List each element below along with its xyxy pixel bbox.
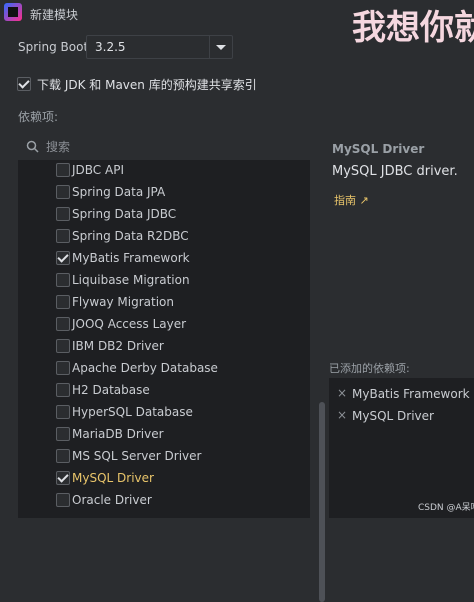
dependency-label: MS SQL Server Driver [72,449,202,463]
dependency-checkbox[interactable] [56,449,70,463]
added-dependency-name: MyBatis Framework [352,387,470,401]
dependency-item[interactable]: Spring Data JPA [18,182,298,204]
dependency-list-panel: JDBC API Spring Data JPA Spring Data JDBC S… [18,134,325,602]
dependency-label: MariaDB Driver [72,427,164,441]
dependency-checkbox[interactable] [56,295,70,309]
dependency-label: Spring Data JDBC [72,207,177,221]
window-title: 新建模块 [30,8,79,22]
intellij-icon [4,3,22,21]
dependency-checkbox[interactable] [56,317,70,331]
guide-link[interactable]: 指南 ↗ [334,192,369,208]
dependency-item[interactable]: Liquibase Migration [18,270,298,292]
dependency-item[interactable]: H2 Database [18,380,298,402]
dependency-label: JOOQ Access Layer [72,317,187,331]
dependency-item[interactable]: Flyway Migration [18,292,298,314]
dependency-label: H2 Database [72,383,150,397]
dependency-item[interactable]: MyBatis Framework [18,248,298,270]
added-dependency-item: × MySQL Driver [329,406,474,426]
dependency-label: MyBatis Framework [72,251,190,265]
remove-icon[interactable]: × [337,408,347,422]
dependency-item[interactable]: Spring Data R2DBC [18,226,298,248]
dependency-checkbox[interactable] [56,273,70,287]
dependency-checkbox[interactable] [56,251,70,265]
dependency-label: Spring Data JPA [72,185,166,199]
added-dependencies-panel: × MyBatis Framework × MySQL Driver [329,378,474,518]
dependency-item[interactable]: IBM DB2 Driver [18,336,298,358]
added-dependencies-label: 已添加的依赖项: [329,362,410,375]
dependency-label: MySQL Driver [72,471,154,485]
dependency-checkbox[interactable] [56,427,70,441]
dependency-label: Oracle Driver [72,493,152,507]
dependency-item[interactable]: HyperSQL Database [18,402,298,424]
dependency-checkbox[interactable] [56,471,70,485]
spring-boot-version-select[interactable]: 3.2.5 [86,35,233,59]
dependency-checkbox[interactable] [56,339,70,353]
detail-title: MySQL Driver [332,142,425,156]
dependency-item[interactable]: JOOQ Access Layer [18,314,298,336]
remove-icon[interactable]: × [337,386,347,400]
dependency-item[interactable]: MySQL Driver [18,468,298,490]
dependency-list-scrollbar[interactable] [319,402,325,602]
dependency-checkbox[interactable] [56,493,70,507]
spring-boot-version-value: 3.2.5 [95,40,126,54]
dependency-label: Flyway Migration [72,295,174,309]
dropdown-arrow-icon[interactable] [209,36,232,58]
dependency-label: JDBC API [72,163,124,177]
dependency-item[interactable]: Apache Derby Database [18,358,298,380]
download-index-label: 下载 JDK 和 Maven 库的预构建共享索引 [37,78,257,92]
watermark-text: 我想你就 [352,8,474,48]
dependency-item[interactable]: Spring Data JDBC [18,204,298,226]
dependencies-label: 依赖项: [18,110,59,124]
dependency-checkbox[interactable] [56,405,70,419]
dependency-checkbox[interactable] [56,207,70,221]
dependency-label: Liquibase Migration [72,273,190,287]
dependency-checkbox[interactable] [56,163,70,177]
dependency-label: HyperSQL Database [72,405,193,419]
dependency-label: Spring Data R2DBC [72,229,189,243]
dependency-item[interactable]: MariaDB Driver [18,424,298,446]
download-index-checkbox[interactable] [17,77,31,91]
dependency-item[interactable]: Oracle Driver [18,490,298,512]
added-dependency-name: MySQL Driver [352,409,434,423]
added-dependency-item: × MyBatis Framework [329,384,474,404]
spring-boot-label: Spring Boot: [18,40,93,54]
detail-description: MySQL JDBC driver. [332,164,458,179]
dependency-checkbox[interactable] [56,361,70,375]
dependency-checkbox[interactable] [56,185,70,199]
dependency-item[interactable]: MS SQL Server Driver [18,446,298,468]
dependency-label: Apache Derby Database [72,361,218,375]
dependency-label: IBM DB2 Driver [72,339,164,353]
search-icon [26,140,39,153]
dependency-checkbox[interactable] [56,229,70,243]
search-row [18,134,310,160]
dependency-checkbox[interactable] [56,383,70,397]
search-input[interactable] [46,138,296,156]
dependency-item[interactable]: JDBC API [18,160,298,182]
credit-text: CSDN @A呆唯 [418,503,474,513]
